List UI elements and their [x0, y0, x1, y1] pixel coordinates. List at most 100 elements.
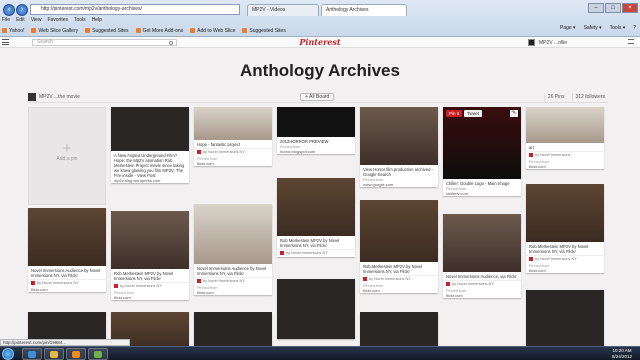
pin-source[interactable]: flickr.com — [111, 295, 189, 300]
pin-source[interactable]: chillertv.com — [443, 191, 521, 196]
safety-menu[interactable]: Safety ▾ — [584, 25, 602, 31]
pin-attribution: by Novel Immersions NY — [443, 280, 521, 288]
pin-card[interactable]: Rob Merkestein MP2V by Novel Immersions … — [111, 211, 189, 300]
pin-card[interactable] — [277, 279, 355, 339]
pin-card[interactable]: Rob Merkestein MP2V by Novel Immersions … — [360, 200, 438, 293]
pin-image[interactable] — [194, 312, 272, 346]
pin-image[interactable] — [360, 200, 438, 262]
favorite-item[interactable]: Get More Add-ons — [135, 28, 183, 34]
menu-view[interactable]: View — [31, 17, 42, 25]
user-icon — [529, 153, 533, 157]
menu-favorites[interactable]: Favorites — [47, 17, 68, 25]
pin-image[interactable] — [360, 107, 438, 165]
forward-button[interactable]: › — [16, 4, 28, 16]
pin-image[interactable] — [277, 279, 355, 339]
address-row: ‹ › http://pinterest.com/mp2v/anthology-… — [0, 3, 640, 17]
pin-image[interactable] — [443, 107, 521, 179]
start-button[interactable] — [2, 348, 14, 360]
user-icon — [446, 282, 450, 286]
tab-anthology-archives[interactable]: Anthology Archives — [321, 4, 407, 16]
pin-card[interactable]: 2012HORROR PREVIEW Pinned from horror.bl… — [277, 107, 355, 154]
window-controls: – □ × — [587, 3, 638, 13]
add-pin-tile[interactable]: + Add a pin — [28, 107, 106, 205]
pin-source[interactable]: www.google.com — [360, 182, 438, 187]
pin-card[interactable]: View Horror film production archived - G… — [360, 107, 438, 187]
system-clock[interactable]: 10:20 AM 8/24/2012 — [612, 348, 632, 359]
back-button[interactable]: ‹ — [3, 4, 15, 16]
pin-source[interactable]: flickr.com — [526, 268, 604, 273]
pin-card[interactable] — [194, 312, 272, 346]
pin-image[interactable] — [28, 208, 106, 266]
pin-image[interactable] — [194, 107, 272, 140]
favorite-item[interactable]: Web Slice Gallery — [31, 28, 78, 34]
maximize-button[interactable]: □ — [605, 3, 621, 13]
clock-time: 10:20 AM — [612, 348, 632, 353]
menu-edit[interactable]: Edit — [16, 17, 25, 25]
pin-source[interactable]: flickr.com — [526, 164, 604, 169]
address-bar[interactable]: http://pinterest.com/mp2v/anthology-arch… — [30, 4, 240, 15]
pin-source[interactable]: flickr.com — [360, 288, 438, 293]
app-icon — [94, 351, 102, 358]
help-icon[interactable]: ? — [633, 25, 636, 31]
pin-image[interactable] — [277, 107, 355, 137]
pin-card[interactable]: Hope - fantastic project by Novel Immers… — [194, 107, 272, 166]
pin-card[interactable]: Novel Immersions Audience by Novel Immer… — [194, 204, 272, 295]
follow-board-button[interactable]: + All Board — [300, 93, 335, 101]
favorite-item[interactable]: Suggested Sites — [242, 28, 286, 34]
pin-image[interactable] — [526, 184, 604, 242]
page-menu[interactable]: Page ▾ — [560, 25, 576, 31]
pin-it-button[interactable]: Pin it — [446, 110, 463, 117]
pin-card[interactable]: Novel Immersions Audience by Novel Immer… — [28, 208, 106, 292]
pin-image[interactable] — [111, 107, 189, 151]
pin-image[interactable] — [194, 204, 272, 264]
pin-source[interactable]: flickr.com — [28, 287, 106, 292]
favorite-icon — [2, 28, 7, 33]
pin-card[interactable] — [360, 312, 438, 346]
followers-count[interactable]: 312 followers — [571, 93, 608, 101]
user-icon — [280, 251, 284, 255]
pin-card[interactable]: Novel Immersions Audience, via Flickr by… — [443, 214, 521, 298]
tab-mp2v-videos[interactable]: MP2V - Videos — [247, 4, 319, 16]
pin-image[interactable] — [526, 290, 604, 346]
pin-image[interactable] — [443, 214, 521, 272]
pin-card[interactable]: Rob Merkestein MP2V by Novel Immersions … — [277, 178, 355, 257]
menu-file[interactable]: File — [2, 17, 10, 25]
favorite-item[interactable]: Suggested Sites — [85, 28, 129, 34]
pin-source[interactable]: flickr.com — [443, 293, 521, 298]
board-owner[interactable]: MP2V ...the movie — [28, 93, 80, 101]
pin-card[interactable]: art by Novel Immersions Pinned from flic… — [526, 107, 604, 169]
favorite-item[interactable]: Add to Web Slice — [190, 28, 235, 34]
favorite-item[interactable]: Yahoo! — [2, 28, 24, 34]
taskbar-media-button[interactable] — [66, 348, 86, 360]
tools-menu[interactable]: Tools ▾ — [610, 25, 626, 31]
pins-count[interactable]: 26 Pins — [543, 93, 568, 101]
add-pin-label: Add a pin — [56, 156, 78, 162]
pin-card[interactable]: Pin it Tweet ✎ Chiller: Double Logo - Ma… — [443, 107, 521, 196]
taskbar-app-button[interactable] — [88, 348, 108, 360]
pin-source[interactable]: flickr.com — [194, 161, 272, 166]
pin-via: by Novel Immersions NY — [286, 251, 328, 255]
pin-source[interactable]: horror.blogspot.com — [277, 149, 355, 154]
menu-help[interactable]: Help — [92, 17, 102, 25]
pin-image[interactable] — [526, 107, 604, 143]
user-menu[interactable]: MP2V ...ollie — [528, 38, 640, 47]
pin-source[interactable]: flickr.com — [194, 290, 272, 295]
pin-card[interactable] — [526, 290, 604, 346]
close-button[interactable]: × — [622, 3, 638, 13]
tweet-button[interactable]: Tweet — [464, 110, 483, 117]
settings-menu-icon[interactable] — [628, 39, 634, 44]
pin-image[interactable] — [360, 312, 438, 346]
pin-card[interactable]: Rob Merkestein MP2V by Novel Immersions … — [526, 184, 604, 273]
pin-source[interactable]: mp2v.blog.wordpress.com — [111, 178, 189, 183]
taskbar-ie-button[interactable] — [22, 348, 42, 360]
menu-tools[interactable]: Tools — [74, 17, 86, 25]
pin-attribution: by Novel Immersions NY — [526, 255, 604, 263]
pin-card[interactable]: A New Angled Underground Film? Hope: the… — [111, 107, 189, 183]
pin-image[interactable] — [111, 211, 189, 269]
minimize-button[interactable]: – — [588, 3, 604, 13]
status-bar: http://pinterest.com/pin/19984... — [0, 339, 130, 346]
pin-image[interactable] — [277, 178, 355, 236]
edit-icon[interactable]: ✎ — [510, 110, 518, 117]
taskbar-explorer-button[interactable] — [44, 348, 64, 360]
pin-caption: Rob Merkestein MP2V by Novel Immersions … — [114, 271, 174, 281]
